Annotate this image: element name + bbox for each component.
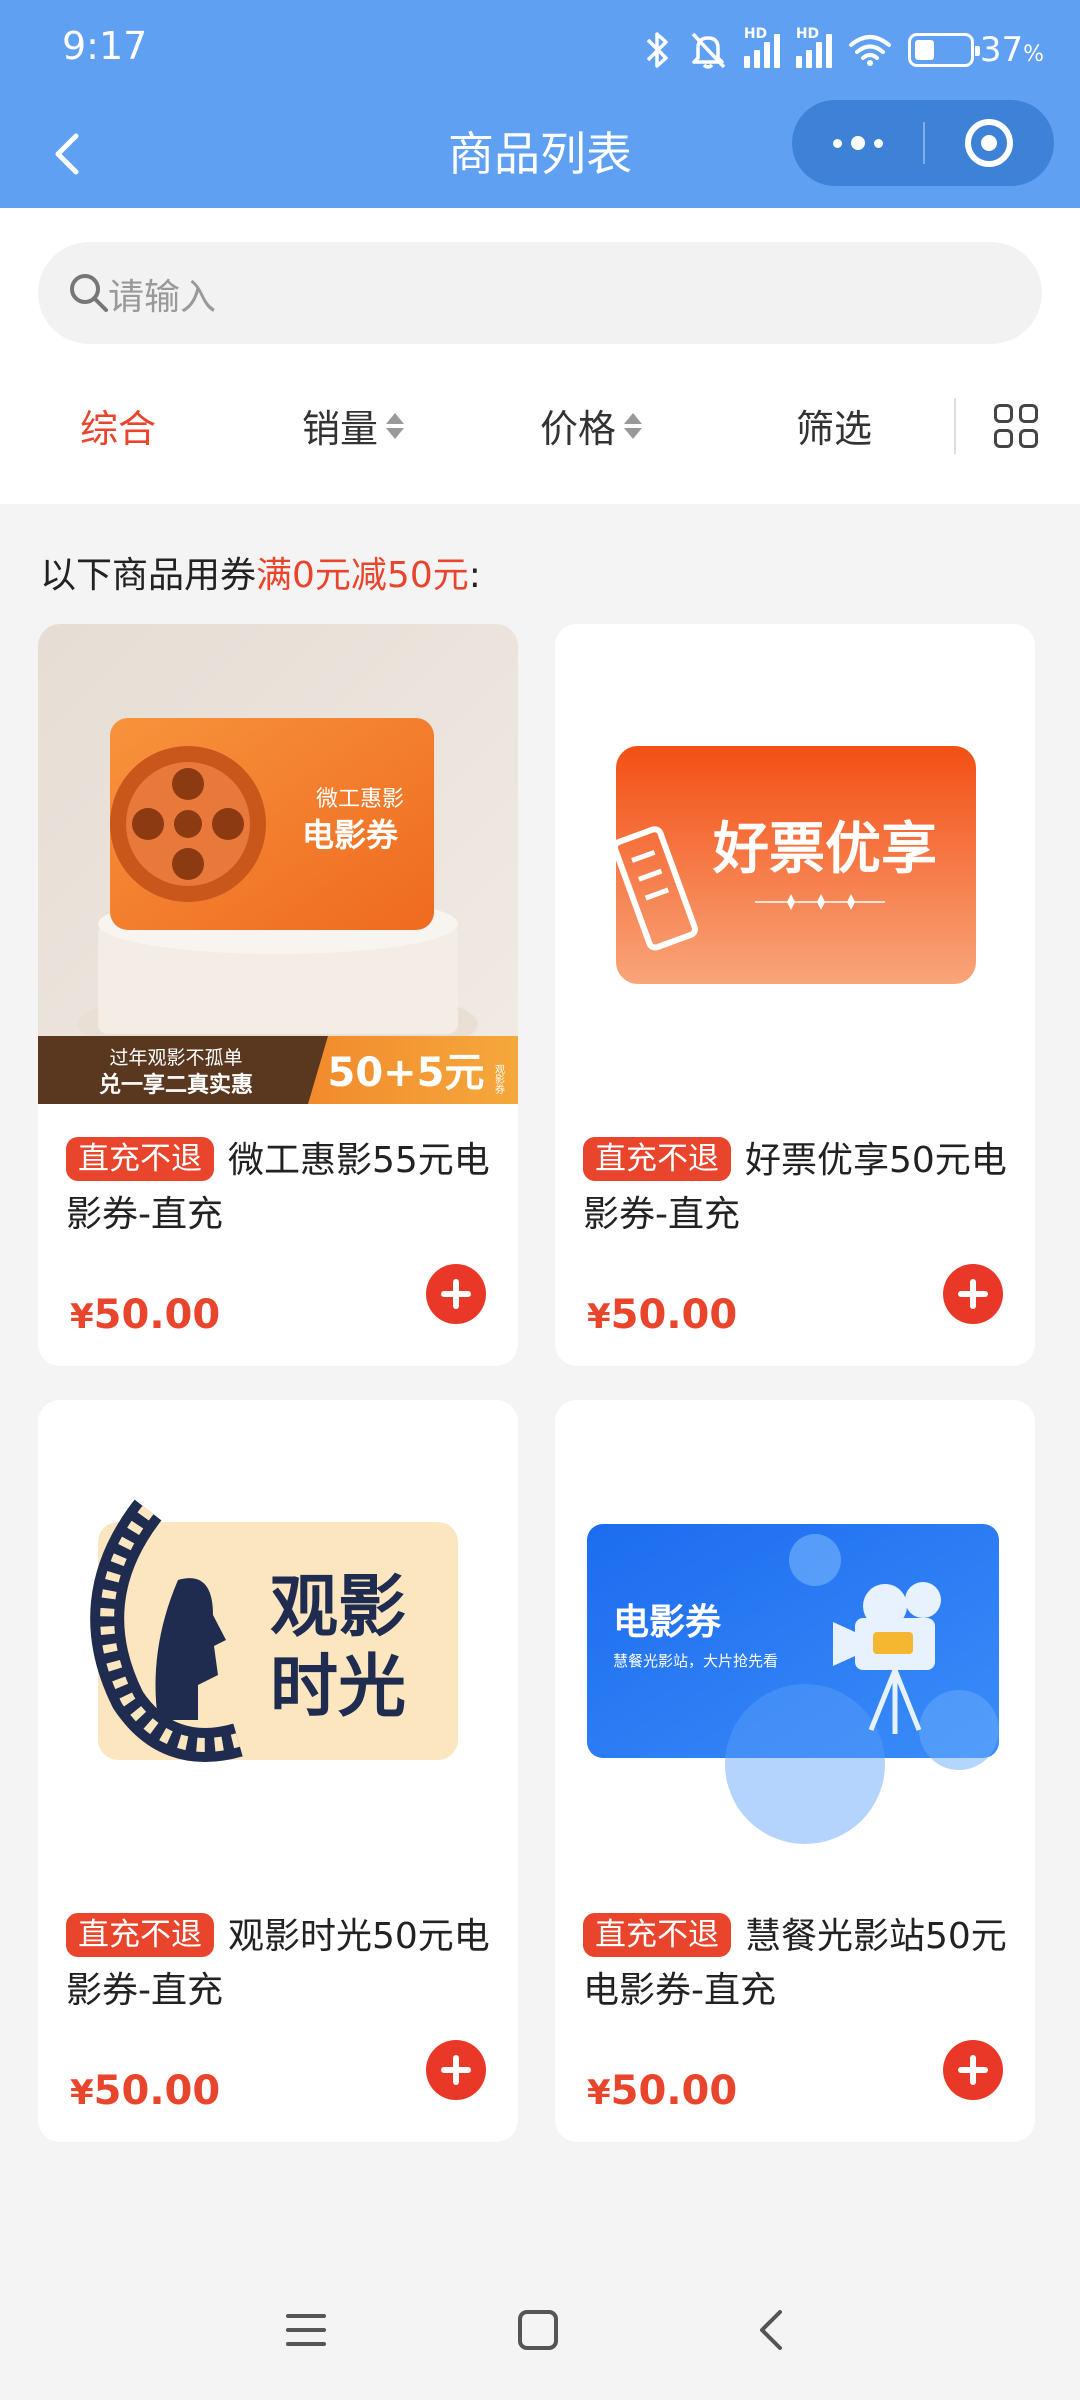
product-image: 好票优享 [555, 624, 1035, 1104]
img-badge: 50+5元 [327, 1050, 484, 1096]
product-price: ¥50.00 [587, 1292, 738, 1338]
img-banner-bottom: 兑一享二真实惠 [99, 1072, 253, 1098]
sort-price[interactable]: 价格 [540, 398, 643, 453]
battery-percent: 37% [979, 30, 1044, 70]
product-card[interactable]: 观影 时光 直充不退 观影时光50元电影券-直充 ¥50.00 [38, 1400, 518, 2142]
search-placeholder: 请输入 [108, 277, 217, 318]
sort-arrows-icon [386, 412, 405, 439]
menu-lines-icon[interactable] [284, 2308, 328, 2352]
product-title: 直充不退 慧餐光影站50元电影券-直充 [583, 1910, 1013, 2018]
product-image: 微工惠影 电影券 过年观影不孤单 兑一享二真实惠 50+5元 观影券 [38, 624, 518, 1104]
add-to-cart-button[interactable] [943, 2040, 1003, 2100]
divider [954, 398, 956, 454]
hd-label: HD [743, 26, 768, 42]
img-subtitle: 慧餐光影站，大片抢先看 [613, 1652, 778, 1670]
battery-indicator: 37% [907, 30, 1044, 70]
mute-bell-icon [691, 32, 726, 69]
refund-tag: 直充不退 [66, 1137, 214, 1181]
mini-program-capsule [792, 100, 1054, 186]
product-card[interactable]: 微工惠影 电影券 过年观影不孤单 兑一享二真实惠 50+5元 观影券 直充不退微… [38, 624, 518, 1366]
coupon-promo-text: 以下商品用券满0元减50元: [40, 555, 481, 596]
nav-bar: 商品列表 [0, 100, 1080, 208]
product-title: 直充不退 观影时光50元电影券-直充 [66, 1910, 496, 2018]
signal-icon: HD [743, 26, 780, 68]
product-image: 电影券 慧餐光影站，大片抢先看 [555, 1400, 1035, 1880]
sort-arrows-icon [624, 412, 643, 439]
img-brand-small: 微工惠影 [316, 787, 404, 812]
add-to-cart-button[interactable] [426, 2040, 486, 2100]
back-chevron-icon[interactable] [750, 2308, 794, 2352]
bluetooth-icon [646, 32, 668, 68]
more-dots-icon[interactable] [792, 100, 923, 186]
hd-label-2: HD [795, 26, 820, 42]
img-banner-top: 过年观影不孤单 [109, 1047, 242, 1069]
refund-tag: 直充不退 [583, 1913, 731, 1957]
refund-tag: 直充不退 [66, 1913, 214, 1957]
clock: 9:17 [62, 24, 148, 68]
img-line2: 时光 [270, 1648, 406, 1727]
home-square-icon[interactable] [516, 2308, 560, 2352]
img-line1: 观影 [270, 1568, 406, 1647]
app-header: 9:17 HD HD 37% 商品列表 [0, 0, 1080, 208]
sort-sales[interactable]: 销量 [302, 398, 405, 453]
filter-button[interactable]: 筛选 [796, 398, 872, 453]
product-price: ¥50.00 [587, 2068, 738, 2114]
system-nav-bar [0, 2266, 1080, 2400]
battery-icon [907, 33, 980, 67]
status-icons: HD HD 37% [642, 24, 1044, 76]
add-to-cart-button[interactable] [943, 1264, 1003, 1324]
product-card[interactable]: 电影券 慧餐光影站，大片抢先看 直充不退 慧餐光影站50元电影券-直充 ¥50.0… [555, 1400, 1035, 2142]
product-title: 直充不退 微工惠影55元电影券-直充 [66, 1134, 496, 1242]
product-card[interactable]: 好票优享 直充不退 好票优享50元电影券-直充 ¥50.00 [555, 624, 1035, 1366]
search-icon [70, 274, 108, 312]
img-badge-side: 观影券 [493, 1064, 505, 1095]
grid-view-icon[interactable] [994, 404, 1038, 448]
product-title: 直充不退 好票优享50元电影券-直充 [583, 1134, 1013, 1242]
product-price: ¥50.00 [70, 2068, 221, 2114]
wifi-icon [848, 35, 891, 66]
img-brand: 好票优享 [712, 817, 937, 882]
img-title: 电影券 [613, 1602, 722, 1643]
product-image: 观影 时光 [38, 1400, 518, 1880]
filter-panel: 请输入 综合 销量 价格 筛选 [0, 208, 1080, 504]
sort-comprehensive[interactable]: 综合 [80, 398, 156, 453]
search-input[interactable]: 请输入 [38, 242, 1042, 344]
add-to-cart-button[interactable] [426, 1264, 486, 1324]
img-brand-big: 电影券 [302, 816, 399, 854]
refund-tag: 直充不退 [583, 1137, 731, 1181]
signal-icon-2: HD [795, 26, 832, 68]
close-target-icon[interactable] [923, 100, 1054, 186]
sort-bar: 综合 销量 价格 筛选 [0, 368, 1080, 488]
status-bar: 9:17 HD HD 37% [0, 0, 1080, 100]
product-price: ¥50.00 [70, 1292, 221, 1338]
